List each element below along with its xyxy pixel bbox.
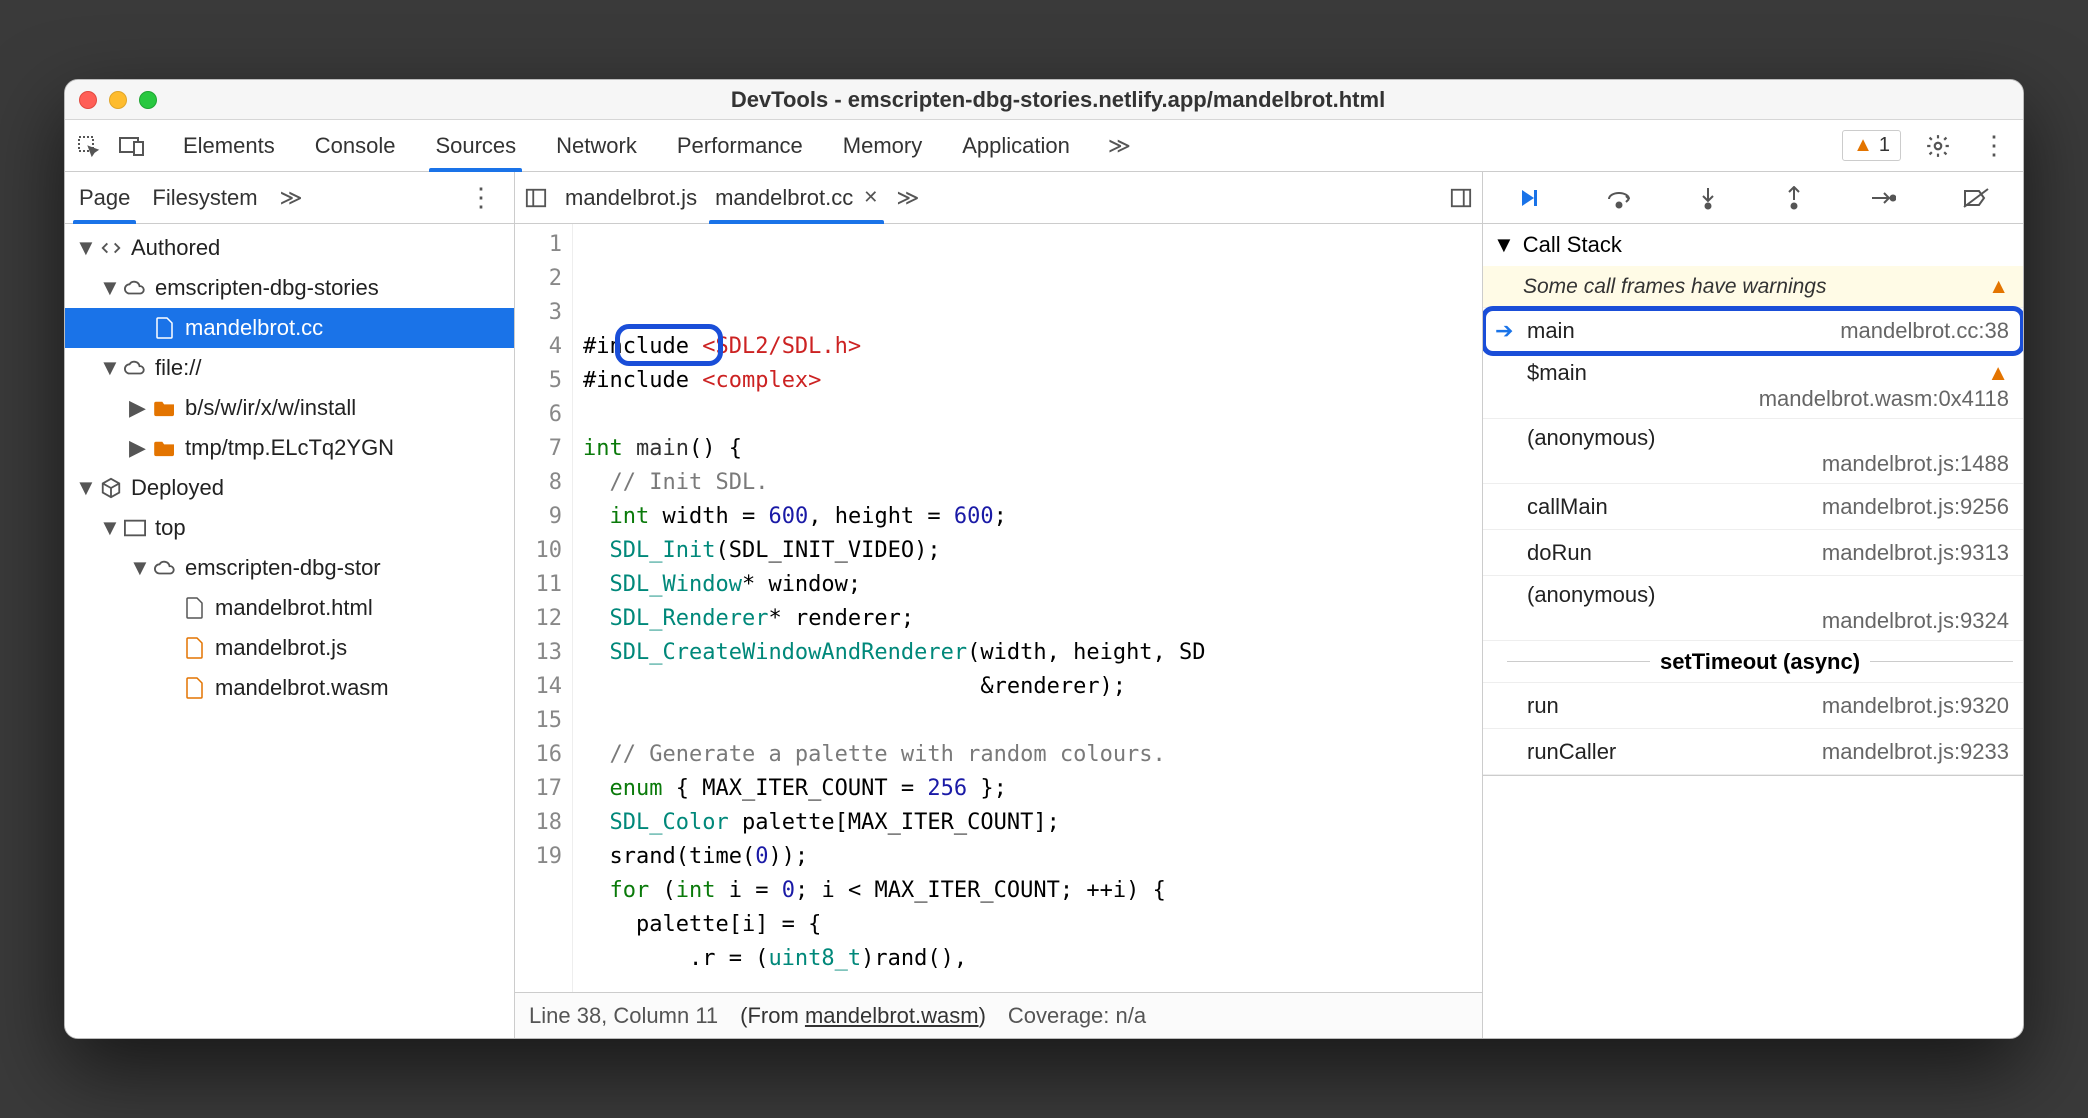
debugger-panel: ▼Call Stack Some call frames have warnin… xyxy=(1483,172,2023,1038)
tab-elements[interactable]: Elements xyxy=(181,120,277,171)
tab-performance[interactable]: Performance xyxy=(675,120,805,171)
device-toolbar-icon[interactable] xyxy=(119,133,145,159)
cloud-icon xyxy=(123,280,147,296)
window-title: DevTools - emscripten-dbg-stories.netlif… xyxy=(177,87,1939,113)
window-titlebar: DevTools - emscripten-dbg-stories.netlif… xyxy=(65,80,2023,120)
tree-top[interactable]: ▼top xyxy=(65,508,514,548)
callstack-frame[interactable]: ➔runmandelbrot.js:9320 xyxy=(1483,683,2023,729)
callstack-frame[interactable]: ➔(anonymous)mandelbrot.js:1488 xyxy=(1483,419,2023,484)
coverage-status: Coverage: n/a xyxy=(1008,1003,1146,1029)
file-tree: ▼Authored ▼emscripten-dbg-stories mandel… xyxy=(65,224,514,1038)
callstack-frame[interactable]: ➔mainmandelbrot.cc:38 xyxy=(1483,308,2023,354)
folder-icon xyxy=(153,399,177,417)
zoom-window-button[interactable] xyxy=(139,91,157,109)
settings-gear-icon[interactable] xyxy=(1919,133,1957,159)
main-tabs: Elements Console Sources Network Perform… xyxy=(181,120,1131,171)
cloud-icon xyxy=(153,560,177,576)
callstack-frame[interactable]: ➔callMainmandelbrot.js:9256 xyxy=(1483,484,2023,530)
warning-triangle-icon: ▲ xyxy=(1988,275,2009,299)
warnings-count: 1 xyxy=(1879,134,1890,157)
more-file-tabs-icon[interactable]: ≫ xyxy=(896,185,919,211)
main-function-highlight xyxy=(615,324,723,366)
resume-icon[interactable] xyxy=(1516,186,1540,210)
file-tab-js[interactable]: mandelbrot.js xyxy=(565,172,697,223)
sources-panel-body: Page Filesystem ≫ ⋮ ▼Authored ▼emscripte… xyxy=(65,172,2023,1038)
toggle-navigator-icon[interactable] xyxy=(525,187,547,209)
close-window-button[interactable] xyxy=(79,91,97,109)
tree-group-deployed[interactable]: ▼Deployed xyxy=(65,468,514,508)
callstack-list: ➔mainmandelbrot.cc:38➔$main▲mandelbrot.w… xyxy=(1483,308,2023,641)
source-mapped-from[interactable]: (From mandelbrot.wasm) xyxy=(740,1003,986,1029)
tab-sources[interactable]: Sources xyxy=(433,120,518,171)
step-over-icon[interactable] xyxy=(1606,187,1632,209)
tree-group-authored[interactable]: ▼Authored xyxy=(65,228,514,268)
code-icon xyxy=(99,237,123,259)
tree-origin-3[interactable]: ▼emscripten-dbg-stor xyxy=(65,548,514,588)
tree-file-mandelbrot-cc[interactable]: mandelbrot.cc xyxy=(65,308,514,348)
folder-icon xyxy=(153,439,177,457)
tab-application[interactable]: Application xyxy=(960,120,1072,171)
more-tabs-chevron-icon[interactable]: ≫ xyxy=(1108,133,1131,159)
navigator-kebab-icon[interactable]: ⋮ xyxy=(462,182,500,213)
tab-memory[interactable]: Memory xyxy=(841,120,924,171)
code-editor[interactable]: 12345678910111213141516171819 #include <… xyxy=(515,224,1482,992)
step-into-icon[interactable] xyxy=(1698,186,1718,210)
editor-panel: mandelbrot.js mandelbrot.cc✕ ≫ 123456789… xyxy=(515,172,1483,1038)
line-gutter: 12345678910111213141516171819 xyxy=(515,224,573,992)
warnings-badge[interactable]: ▲ 1 xyxy=(1842,130,1901,161)
window-controls xyxy=(79,91,157,109)
navigator-panel: Page Filesystem ≫ ⋮ ▼Authored ▼emscripte… xyxy=(65,172,515,1038)
navigator-more-icon[interactable]: ≫ xyxy=(280,185,303,211)
tab-console[interactable]: Console xyxy=(313,120,398,171)
callstack-frame[interactable]: ➔runCallermandelbrot.js:9233 xyxy=(1483,729,2023,775)
cube-icon xyxy=(99,477,123,499)
tree-folder-1[interactable]: ▶b/s/w/ir/x/w/install xyxy=(65,388,514,428)
debugger-toolbar xyxy=(1483,172,2023,224)
tab-network[interactable]: Network xyxy=(554,120,639,171)
navigator-tabs: Page Filesystem ≫ ⋮ xyxy=(65,172,514,224)
minimize-window-button[interactable] xyxy=(109,91,127,109)
deactivate-breakpoints-icon[interactable] xyxy=(1962,187,1990,209)
step-icon[interactable] xyxy=(1870,188,1896,208)
main-tabs-row: Elements Console Sources Network Perform… xyxy=(65,120,2023,172)
close-tab-icon[interactable]: ✕ xyxy=(863,187,878,208)
kebab-menu-icon[interactable]: ⋮ xyxy=(1975,130,2013,161)
file-icon xyxy=(183,677,207,699)
file-icon xyxy=(153,317,177,339)
tree-file-html[interactable]: mandelbrot.html xyxy=(65,588,514,628)
editor-status-bar: Line 38, Column 11 (From mandelbrot.wasm… xyxy=(515,992,1482,1038)
tree-file-js[interactable]: mandelbrot.js xyxy=(65,628,514,668)
tree-origin-file[interactable]: ▼file:// xyxy=(65,348,514,388)
cursor-position: Line 38, Column 11 xyxy=(529,1003,718,1029)
frame-icon xyxy=(123,519,147,537)
editor-file-tabs: mandelbrot.js mandelbrot.cc✕ ≫ xyxy=(515,172,1482,224)
tree-origin-1[interactable]: ▼emscripten-dbg-stories xyxy=(65,268,514,308)
callstack-frame[interactable]: ➔(anonymous)mandelbrot.js:9324 xyxy=(1483,576,2023,641)
file-icon xyxy=(183,637,207,659)
callstack-list-async: ➔runmandelbrot.js:9320➔runCallermandelbr… xyxy=(1483,683,2023,775)
devtools-window: DevTools - emscripten-dbg-stories.netlif… xyxy=(64,79,2024,1039)
cloud-icon xyxy=(123,360,147,376)
warning-triangle-icon: ▲ xyxy=(1853,134,1873,157)
callstack-warning: Some call frames have warnings ▲ xyxy=(1483,266,2023,308)
navigator-tab-filesystem[interactable]: Filesystem xyxy=(152,172,257,223)
callstack-frame[interactable]: ➔doRunmandelbrot.js:9313 xyxy=(1483,530,2023,576)
navigator-tab-page[interactable]: Page xyxy=(79,172,130,223)
step-out-icon[interactable] xyxy=(1784,186,1804,210)
file-tab-cc[interactable]: mandelbrot.cc✕ xyxy=(715,172,878,223)
code-content: #include <SDL2/SDL.h>#include <complex> … xyxy=(573,224,1482,992)
callstack-section: ▼Call Stack Some call frames have warnin… xyxy=(1483,224,2023,776)
inspect-element-icon[interactable] xyxy=(75,133,101,159)
toggle-debugger-icon[interactable] xyxy=(1450,187,1472,209)
async-separator: setTimeout (async) xyxy=(1483,641,2023,683)
callstack-header[interactable]: ▼Call Stack xyxy=(1483,224,2023,266)
tree-file-wasm[interactable]: mandelbrot.wasm xyxy=(65,668,514,708)
callstack-frame[interactable]: ➔$main▲mandelbrot.wasm:0x4118 xyxy=(1483,354,2023,419)
file-icon xyxy=(183,597,207,619)
tree-folder-2[interactable]: ▶tmp/tmp.ELcTq2YGN xyxy=(65,428,514,468)
